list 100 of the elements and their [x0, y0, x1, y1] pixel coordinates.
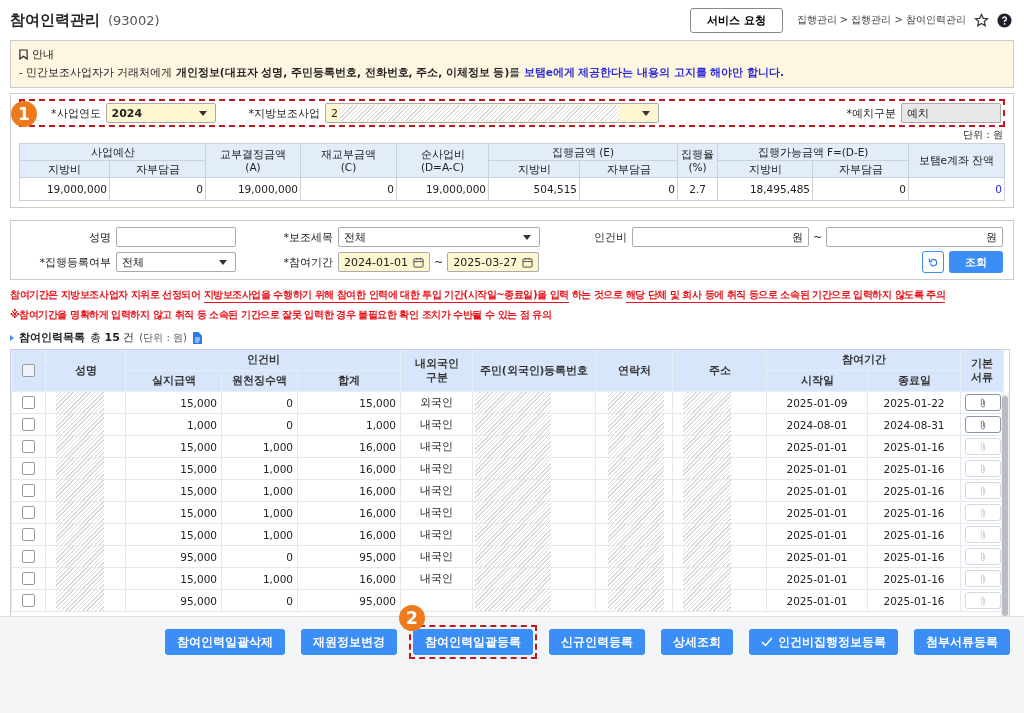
redaction-mask	[608, 568, 664, 589]
table-cell: 1,000	[221, 435, 298, 458]
step-badge: 1	[11, 101, 37, 127]
balance-link[interactable]: 0	[908, 177, 1005, 201]
table-cell: 16,000	[297, 457, 401, 480]
table-cell: 내국인	[420, 483, 453, 496]
registration-status-select[interactable]: 전체	[116, 252, 236, 272]
redaction-mask	[608, 414, 664, 435]
caret-icon	[642, 110, 650, 116]
redaction-mask	[683, 392, 731, 413]
table-cell: 2025-01-22	[867, 391, 961, 414]
table-cell: 1,000	[221, 479, 298, 502]
table-cell: 2025-01-16	[867, 545, 961, 568]
redaction-mask	[608, 502, 664, 523]
cost-from-field[interactable]: 원	[632, 227, 809, 247]
redaction-mask	[683, 502, 731, 523]
table-cell: 0	[109, 177, 206, 201]
redaction-mask	[608, 392, 664, 413]
column-header: 참여기간	[766, 350, 961, 371]
row-checkbox[interactable]	[22, 418, 35, 432]
field-label: 인건비	[593, 229, 627, 245]
table-cell: 95,000	[297, 589, 401, 612]
row-checkbox[interactable]	[22, 506, 35, 520]
column-header: 연락처	[595, 350, 673, 392]
table-cell: 내국인	[420, 549, 453, 562]
column-header: 교부결정금액 (A)	[205, 143, 301, 178]
year-select[interactable]: 2024	[105, 103, 216, 123]
column-header: 집행율 (%)	[677, 143, 718, 178]
table-cell: 504,515	[488, 177, 580, 201]
redaction-mask	[608, 458, 664, 479]
star-icon[interactable]	[974, 12, 989, 28]
document-icon[interactable]	[191, 331, 202, 344]
select-all-checkbox[interactable]	[22, 364, 35, 378]
table-cell: 2024-08-31	[867, 413, 961, 436]
paperclip-icon	[979, 550, 987, 563]
row-checkbox[interactable]	[22, 528, 35, 542]
table-cell: 19,000,000	[205, 177, 301, 201]
table-cell: 19,000,000	[396, 177, 489, 201]
row-checkbox[interactable]	[22, 550, 35, 564]
table-cell: 0	[579, 177, 678, 201]
calendar-icon	[522, 256, 534, 268]
row-checkbox[interactable]	[22, 594, 35, 608]
attachment-button[interactable]	[965, 394, 1001, 411]
row-checkbox[interactable]	[22, 484, 35, 498]
project-select[interactable]: 2	[325, 103, 659, 123]
row-checkbox[interactable]	[22, 396, 35, 410]
help-icon[interactable]	[997, 12, 1012, 28]
table-cell: 16,000	[297, 435, 401, 458]
table-cell: 2025-01-16	[867, 479, 961, 502]
reset-button[interactable]	[922, 251, 944, 273]
table-cell: 18,495,485	[717, 177, 813, 201]
date-field[interactable]: 2024-01-01	[338, 252, 430, 272]
table-cell: 2025-01-16	[867, 435, 961, 458]
table-cell: 2025-01-16	[867, 567, 961, 590]
warning-text: 참여기간은 지방보조사업자 지위로 선정되어 지방보조사업을 수행하기 위해 참여한 인력에 대한 투입 기간(시작일~종료일)을 입력 하는 것으로 해당 단체 및 회사 등에 취직 등으로 소속된 기간으로 입력하지 않도록 주의	[10, 288, 1018, 302]
refresh-icon	[927, 256, 939, 268]
paperclip-icon	[979, 418, 987, 431]
column-header: 보탬e계좌 잔액	[908, 143, 1005, 178]
table-cell: 2025-01-16	[867, 589, 961, 612]
total-count: 총 15 건	[90, 330, 135, 345]
attachment-button[interactable]	[965, 416, 1001, 433]
table-cell: 95,000	[297, 545, 401, 568]
date-field[interactable]: 2025-03-27	[447, 252, 540, 272]
row-checkbox[interactable]	[22, 462, 35, 476]
service-request-button[interactable]: 서비스 요청	[689, 7, 783, 33]
check-icon	[761, 637, 773, 647]
redaction-mask	[56, 590, 104, 611]
cost-to-field[interactable]: 원	[826, 227, 1003, 247]
scrollbar[interactable]	[1001, 394, 1009, 616]
row-checkbox[interactable]	[22, 440, 35, 454]
redaction-mask	[683, 480, 731, 501]
table-cell: 19,000,000	[19, 177, 110, 201]
calendar-icon	[413, 256, 424, 268]
table-cell: 1,000	[221, 457, 298, 480]
column-header: 주소	[672, 350, 767, 392]
column-header: 사업예산	[19, 143, 206, 161]
redaction-mask	[608, 590, 664, 611]
table-cell: 2025-01-16	[867, 501, 961, 524]
redaction-mask	[56, 480, 104, 501]
notice-title: 안내	[32, 47, 54, 62]
redaction-mask	[683, 590, 731, 611]
table-cell: 2025-01-01	[766, 567, 868, 590]
table-cell: 0	[300, 177, 397, 201]
name-field[interactable]	[116, 227, 236, 247]
subsidy-item-select[interactable]: 전체	[338, 227, 540, 247]
paperclip-icon	[979, 572, 987, 585]
table-cell: 내국인	[420, 439, 453, 452]
table-cell: 15,000	[125, 435, 222, 458]
paperclip-icon	[979, 506, 987, 519]
table-cell: 15,000	[125, 501, 222, 524]
bookmark-icon	[19, 49, 28, 60]
list-title: 참여인력목록	[19, 330, 85, 345]
redaction-mask	[608, 546, 664, 567]
column-header: 집행금액 (E)	[488, 143, 678, 161]
table-cell: 내국인	[420, 417, 453, 430]
column-header: 성명	[45, 350, 126, 392]
redaction-mask	[683, 414, 731, 435]
row-checkbox[interactable]	[22, 572, 35, 586]
tilde: ~	[812, 230, 823, 244]
redaction-mask	[608, 436, 664, 457]
